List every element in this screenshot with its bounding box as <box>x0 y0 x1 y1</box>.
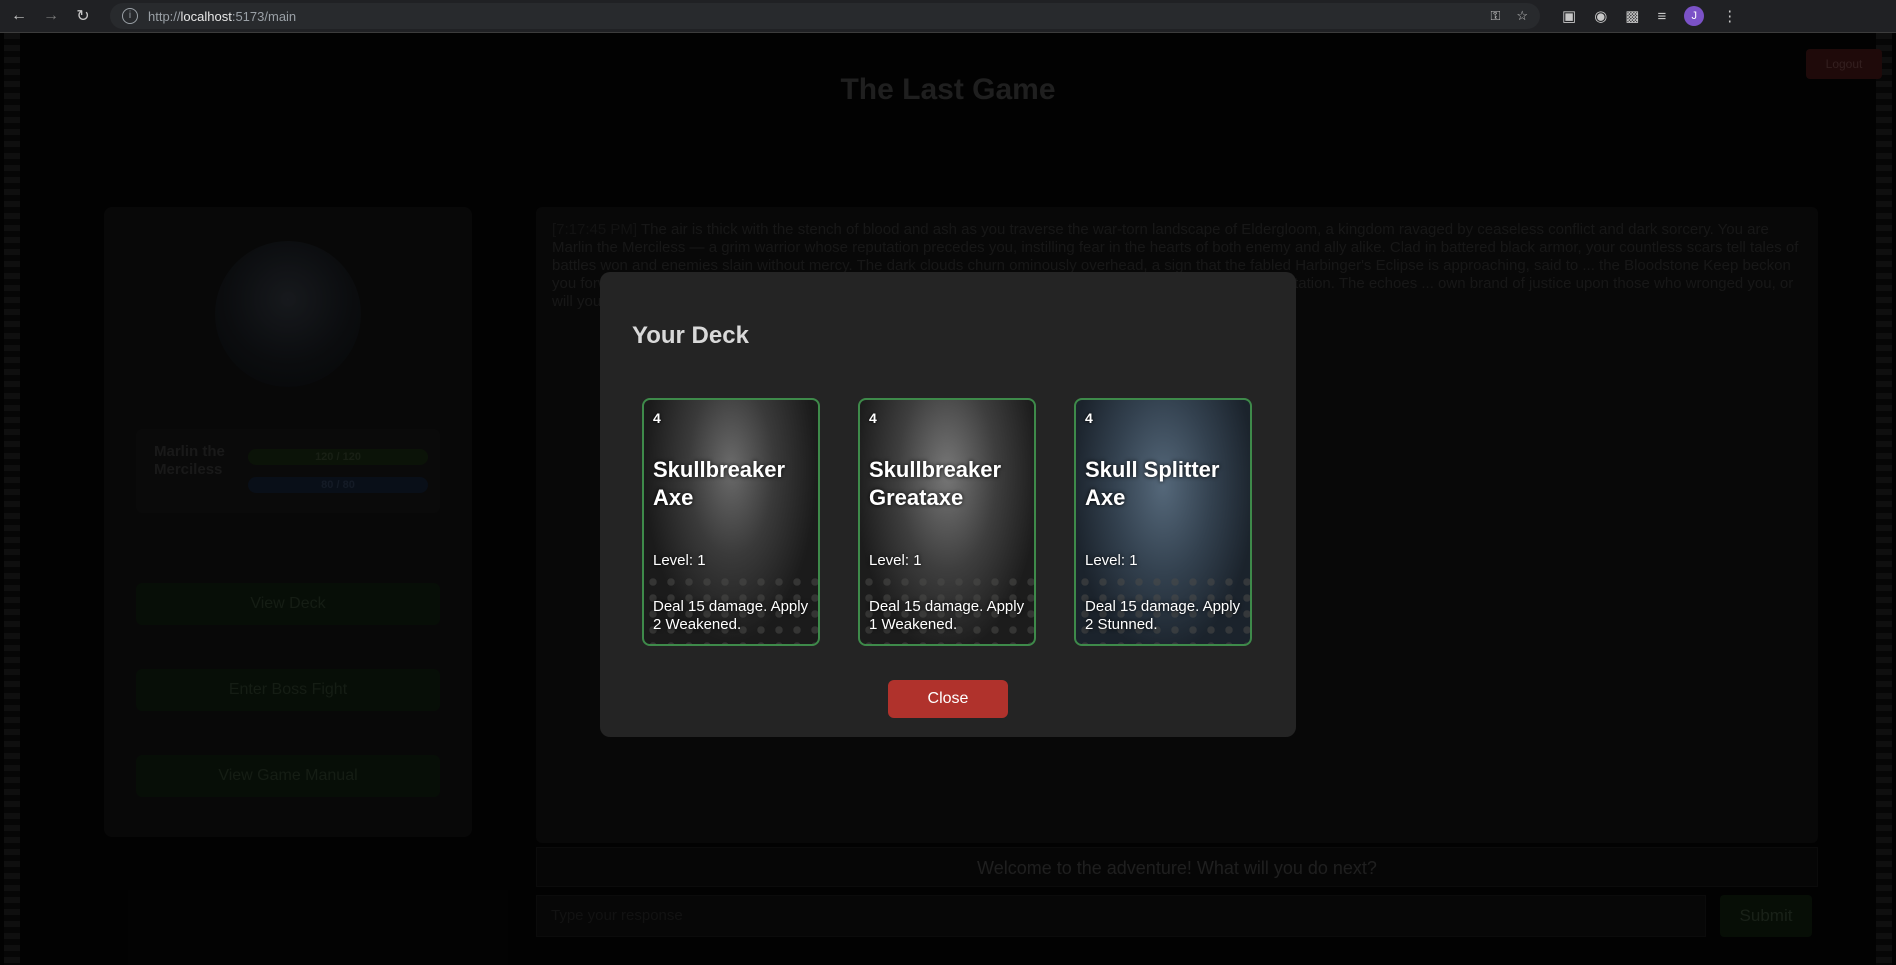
card-cost: 4 <box>653 410 661 426</box>
card-cost: 4 <box>1085 410 1093 426</box>
url-host: localhost <box>180 8 232 24</box>
deck-card[interactable]: 4 Skull Splitter Axe Level: 1 Deal 15 da… <box>1074 398 1252 646</box>
modal-title: Your Deck <box>632 322 749 349</box>
deck-card[interactable]: 4 Skullbreaker Greataxe Level: 1 Deal 15… <box>858 398 1036 646</box>
card-name: Skull Splitter Axe <box>1085 457 1220 510</box>
bookmark-star-icon[interactable]: ☆ <box>1516 8 1528 24</box>
extension-icon[interactable]: ▣ <box>1562 7 1576 25</box>
profile-avatar[interactable]: J <box>1684 6 1705 26</box>
media-icon[interactable]: ≡ <box>1657 8 1666 25</box>
url-path: :5173/main <box>231 8 297 24</box>
extension-off-icon[interactable]: ◉ <box>1594 7 1607 25</box>
card-name: Skullbreaker Greataxe <box>869 457 1002 510</box>
card-effect: Deal 15 damage. Apply 2 Stunned. <box>1085 598 1241 633</box>
card-cost: 4 <box>869 410 877 426</box>
deck-card[interactable]: 4 Skullbreaker Axe Level: 1 Deal 15 dama… <box>642 398 820 646</box>
card-effect: Deal 15 damage. Apply 2 Weakened. <box>653 598 809 633</box>
key-icon[interactable]: ⚿ <box>1490 8 1500 24</box>
url-scheme: http:// <box>148 8 181 24</box>
card-level: Level: 1 <box>869 552 922 569</box>
reload-icon[interactable]: ↻ <box>74 6 92 26</box>
card-effect: Deal 15 damage. Apply 1 Weakened. <box>869 598 1025 633</box>
site-info-icon[interactable]: i <box>122 8 138 24</box>
card-name: Skullbreaker Axe <box>653 457 786 510</box>
card-level: Level: 1 <box>1085 552 1138 569</box>
puzzle-icon[interactable]: ▩ <box>1625 7 1639 25</box>
card-level: Level: 1 <box>653 552 706 569</box>
deck-modal: Your Deck 4 Skullbreaker Axe Level: 1 De… <box>600 272 1296 737</box>
browser-toolbar: ← → ↻ i http://localhost:5173/main ⚿ ☆ ▣… <box>0 0 1896 33</box>
forward-icon[interactable]: → <box>42 7 60 25</box>
close-button[interactable]: Close <box>888 680 1008 718</box>
back-icon[interactable]: ← <box>10 7 28 25</box>
address-bar[interactable]: i http://localhost:5173/main ⚿ ☆ <box>110 3 1540 29</box>
menu-icon[interactable]: ⋮ <box>1722 7 1737 25</box>
